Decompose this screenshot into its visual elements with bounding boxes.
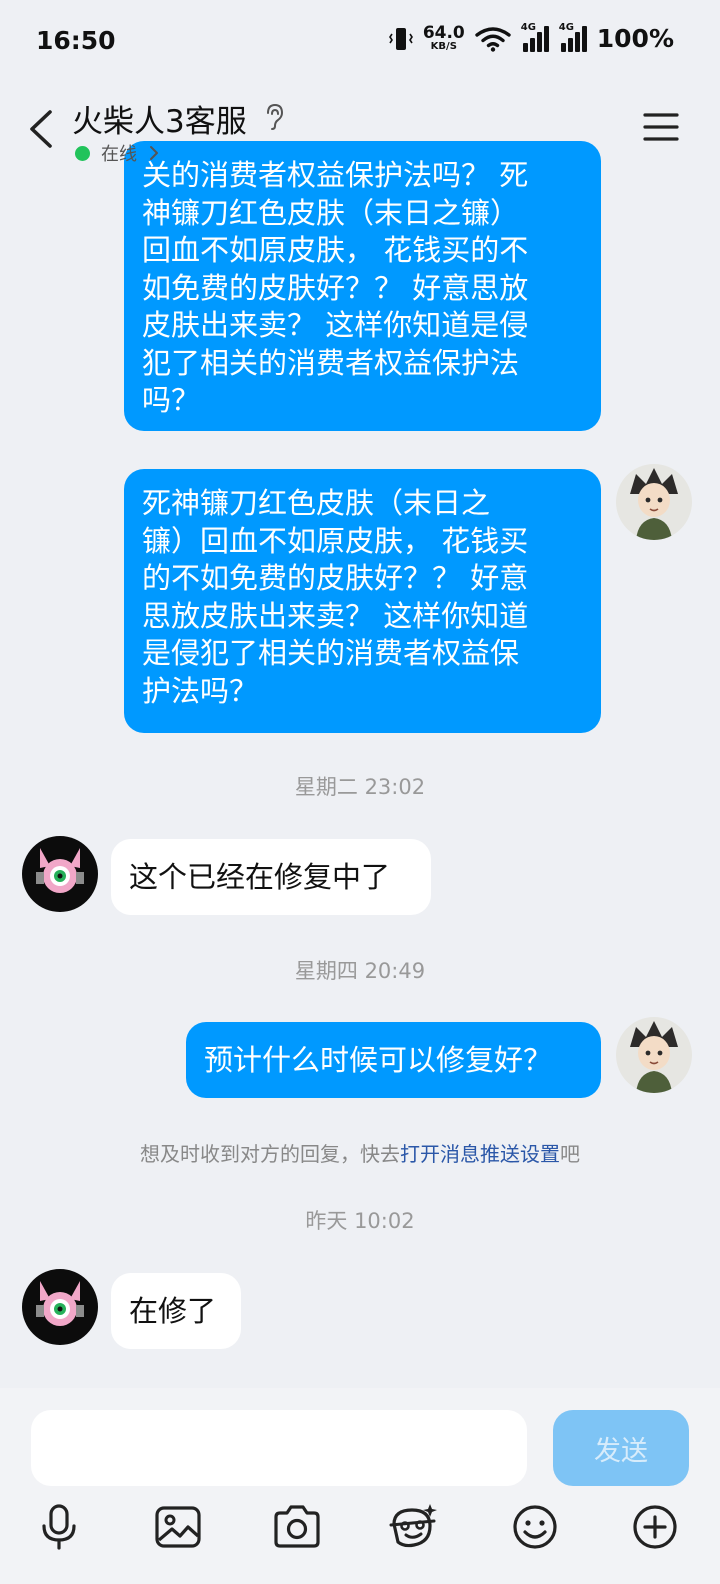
message-line: 的不如免费的皮肤好？？ 好意 [142,561,529,595]
status-bar: 16:50 64.0 KB/S 4G 4G 100% [0,0,720,84]
avatar-image-icon [616,1017,692,1093]
camera-icon[interactable] [272,1502,322,1552]
image-icon[interactable] [153,1502,203,1552]
message-bubble-incoming[interactable]: 这个已经在修复中了 [111,839,431,915]
notice-suffix: 吧 [560,1142,580,1166]
battery-level: 100% [596,24,674,53]
chat-header: 火柴人3客服 在线 [0,84,720,176]
message-line: 神镰刀红色皮肤（末日之镰） [142,195,520,230]
message-timestamp: 星期四 20:49 [294,959,426,983]
message-line: 思放皮肤出来卖？ 这样你知道 [142,598,529,633]
back-icon[interactable] [22,106,62,152]
ear-icon[interactable] [262,102,288,132]
network-speed-unit: KB/S [430,41,457,52]
message-text: 预计什么时候可以修复好？ [204,1043,553,1077]
notice-prefix: 想及时收到对方的回复，快去 [140,1142,400,1166]
avatar-image-icon [22,1269,98,1345]
chat-title[interactable]: 火柴人3客服 [72,96,247,141]
online-status[interactable]: 在线 [101,140,137,166]
message-text: 这个已经在修复中了 [129,860,391,894]
message-line: 吗？ [142,383,201,417]
avatar-image-icon [22,836,98,912]
message-line: 镰）回血不如原皮肤， 花钱买 [142,523,529,558]
input-toolbar [0,1496,720,1566]
signal-2-icon: 4G [559,22,587,52]
plus-icon[interactable] [630,1502,680,1552]
push-notification-notice: 想及时收到对方的回复，快去打开消息推送设置吧 [0,1138,720,1167]
message-line: 是侵犯了相关的消费者权益保 [142,636,520,670]
message-line: 回血不如原皮肤， 花钱买的不 [142,233,529,267]
emoji-icon[interactable] [510,1502,560,1552]
network-speed-value: 64.0 [422,23,465,43]
message-line: 死神镰刀红色皮肤（末日之 [142,486,491,520]
chevron-right-icon[interactable] [148,144,160,162]
microphone-icon[interactable] [34,1502,84,1552]
message-line: 犯了相关的消费者权益保护法 [142,345,520,380]
support-avatar[interactable] [22,836,98,912]
message-line: 护法吗？ [142,673,259,708]
status-icons: 64.0 KB/S 4G 4G 100% [388,22,674,53]
message-bubble-outgoing[interactable]: 死神镰刀红色皮肤（末日之 镰）回血不如原皮肤， 花钱买 的不如免费的皮肤好？？ … [124,469,601,733]
vibrate-icon [388,27,413,50]
my-avatar[interactable] [616,464,692,540]
message-timestamp: 昨天 10:02 [305,1209,415,1233]
avatar-image-icon [616,464,692,540]
message-bubble-incoming[interactable]: 在修了 [111,1273,241,1349]
online-status-dot [75,146,90,161]
send-button[interactable]: 发送 [553,1410,689,1486]
message-timestamp: 星期二 23:02 [294,775,426,799]
network-speed: 64.0 KB/S [423,25,465,52]
signal-1-tag: 4G [520,21,536,33]
status-time: 16:50 [36,26,116,55]
message-line: 如免费的皮肤好？？ 好意思放 [142,270,529,305]
signal-1-icon: 4G [521,22,549,52]
input-area: 发送 [0,1388,720,1584]
sticker-face-icon[interactable] [388,1502,438,1552]
menu-icon[interactable] [642,110,680,144]
message-text: 在修了 [129,1294,217,1328]
my-avatar[interactable] [616,1017,692,1093]
message-bubble-outgoing[interactable]: 预计什么时候可以修复好？ [186,1022,601,1098]
signal-2-tag: 4G [558,21,574,33]
wifi-icon [475,26,511,52]
support-avatar[interactable] [22,1269,98,1345]
open-push-settings-link[interactable]: 打开消息推送设置 [400,1142,560,1166]
message-input[interactable] [31,1410,527,1486]
message-bubble-outgoing[interactable]: 关的消费者权益保护法吗？ 死 神镰刀红色皮肤（末日之镰） 回血不如原皮肤， 花钱… [124,141,601,431]
message-line: 皮肤出来卖？ 这样你知道是侵 [142,308,529,342]
